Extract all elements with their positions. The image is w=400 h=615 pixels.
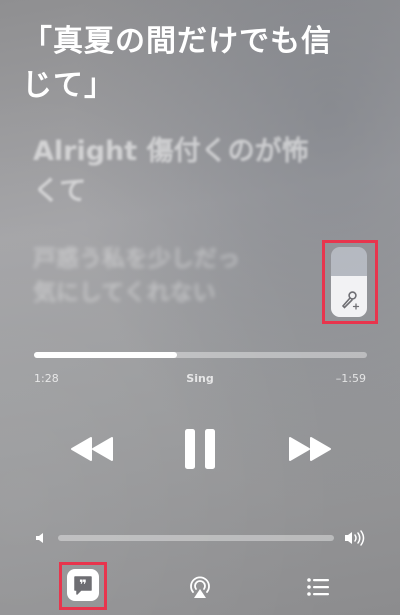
- upcoming-lyric-line-2: 気にしてくれない: [33, 280, 216, 306]
- next-lyric[interactable]: Alright 傷付くのが怖 くて: [33, 132, 363, 212]
- svg-text:❞: ❞: [79, 578, 87, 593]
- speaker-high-icon: [345, 530, 365, 546]
- volume-slider[interactable]: [58, 535, 334, 541]
- microphone-plus-icon: [341, 291, 360, 310]
- next-lyric-line-1: Alright 傷付くのが怖: [33, 136, 309, 167]
- upcoming-lyric-line-1: 戸惑う私を少しだっ: [33, 246, 240, 272]
- current-lyric-line-2: じて」: [22, 68, 115, 103]
- playback-progress-fill: [34, 352, 178, 358]
- pause-icon[interactable]: [184, 428, 216, 470]
- lyrics-quote-icon[interactable]: ❞: [66, 568, 100, 602]
- next-lyric-line-2: くて: [33, 176, 87, 207]
- playback-scrubber[interactable]: [34, 352, 367, 358]
- fast-forward-icon[interactable]: [288, 436, 332, 462]
- upcoming-lyric[interactable]: 戸惑う私を少しだっ 気にしてくれない: [33, 242, 343, 310]
- speaker-low-icon: [36, 533, 43, 543]
- vocal-level-slider[interactable]: [331, 247, 367, 317]
- current-lyric[interactable]: 「真夏の間だけでも信 じて」: [22, 20, 362, 108]
- remaining-time: –1:59: [335, 372, 366, 385]
- rewind-icon[interactable]: [70, 436, 114, 462]
- queue-list-icon[interactable]: [306, 577, 330, 597]
- current-lyric-line-1: 「真夏の間だけでも信: [22, 24, 332, 59]
- airplay-icon[interactable]: [187, 574, 213, 600]
